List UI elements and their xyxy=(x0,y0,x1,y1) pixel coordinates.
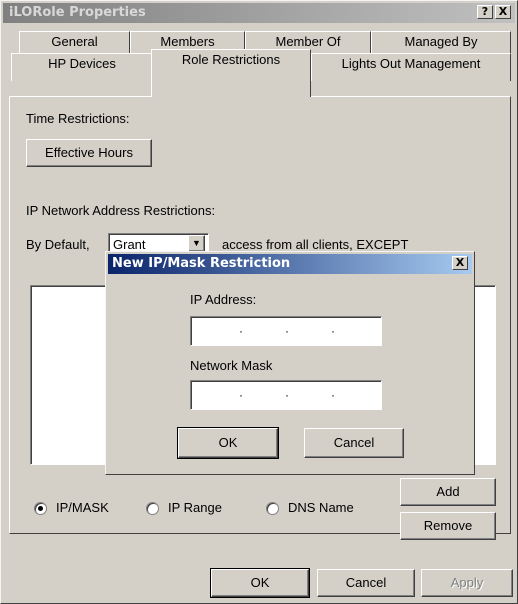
dialog-close-button[interactable]: X xyxy=(452,256,468,270)
tab-label: Managed By xyxy=(404,34,478,49)
network-mask-label: Network Mask xyxy=(190,358,273,373)
chevron-down-icon[interactable]: ▼ xyxy=(188,235,205,252)
tab-label: Member Of xyxy=(275,34,341,49)
radio-dns-name[interactable] xyxy=(266,502,279,515)
dialog-ok-label: OK xyxy=(218,435,238,450)
help-button[interactable]: ? xyxy=(477,5,493,19)
tab-label: HP Devices xyxy=(48,56,116,71)
network-mask-input[interactable]: · · · xyxy=(190,380,382,410)
tab-lights-out-management[interactable]: Lights Out Management xyxy=(311,53,511,81)
by-default-label: By Default, xyxy=(26,237,90,252)
effective-hours-label: Effective Hours xyxy=(45,145,133,160)
dialog-title-bar: New IP/Mask Restriction X xyxy=(108,254,472,274)
add-button[interactable]: Add xyxy=(400,478,496,506)
radio-ip-range-label: IP Range xyxy=(168,500,222,515)
remove-label: Remove xyxy=(423,518,473,533)
title-bar: iLORole Properties ? X xyxy=(3,3,515,23)
new-ip-mask-dialog: New IP/Mask Restriction X IP Address: · … xyxy=(105,251,475,475)
default-access-value: Grant xyxy=(113,237,146,252)
tab-managed-by[interactable]: Managed By xyxy=(371,31,511,53)
radio-ip-range[interactable] xyxy=(146,502,159,515)
tab-label: General xyxy=(51,34,98,49)
tab-general[interactable]: General xyxy=(19,31,130,53)
tab-role-restrictions[interactable]: Role Restrictions xyxy=(151,49,311,97)
dialog-cancel-label: Cancel xyxy=(333,435,375,450)
close-button[interactable]: X xyxy=(495,5,511,19)
cancel-label: Cancel xyxy=(345,575,387,590)
radio-ip-mask-label: IP/MASK xyxy=(56,500,109,515)
window-title: iLORole Properties xyxy=(9,5,146,20)
close-icon: X xyxy=(455,256,465,269)
ip-restrictions-label: IP Network Address Restrictions: xyxy=(26,203,216,218)
access-except-label: access from all clients, EXCEPT xyxy=(222,237,409,252)
effective-hours-button[interactable]: Effective Hours xyxy=(26,139,152,167)
tab-hp-devices[interactable]: HP Devices xyxy=(11,53,153,81)
apply-label: Apply xyxy=(450,575,484,590)
apply-button[interactable]: Apply xyxy=(421,569,513,597)
ip-address-input[interactable]: · · · xyxy=(190,316,382,346)
ok-label: OK xyxy=(250,575,270,590)
tab-label: Members xyxy=(160,34,215,49)
remove-button[interactable]: Remove xyxy=(400,512,496,540)
radio-ip-mask[interactable] xyxy=(34,502,47,515)
dialog-ok-button[interactable]: OK xyxy=(177,427,279,459)
ok-button[interactable]: OK xyxy=(210,568,310,598)
cancel-button[interactable]: Cancel xyxy=(317,569,415,597)
properties-window: iLORole Properties ? X General Members M… xyxy=(0,0,518,604)
tab-label: Lights Out Management xyxy=(341,56,481,71)
dialog-title: New IP/Mask Restriction xyxy=(112,256,291,271)
dialog-cancel-button[interactable]: Cancel xyxy=(304,428,404,458)
tab-label: Role Restrictions xyxy=(181,52,281,67)
close-icon: X xyxy=(498,5,508,18)
ip-address-label: IP Address: xyxy=(190,292,257,307)
add-label: Add xyxy=(436,484,460,499)
time-restrictions-label: Time Restrictions: xyxy=(26,111,130,126)
radio-dns-name-label: DNS Name xyxy=(288,500,354,515)
help-icon: ? xyxy=(481,5,489,18)
